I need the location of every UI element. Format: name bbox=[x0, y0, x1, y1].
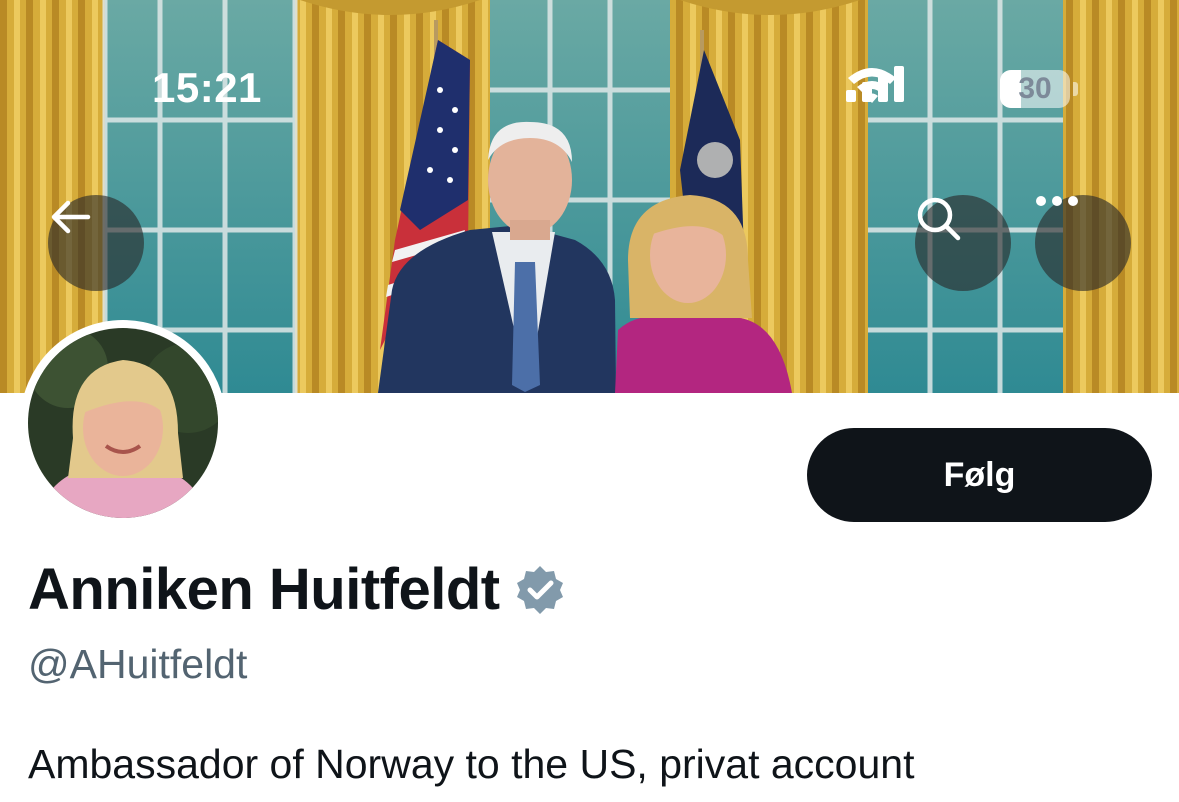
profile-banner[interactable]: 15:21 30 bbox=[0, 0, 1179, 393]
verified-badge-icon bbox=[516, 565, 563, 614]
profile-bio: Ambassador of Norway to the US, privat a… bbox=[28, 741, 915, 787]
status-time: 15:21 bbox=[152, 64, 262, 111]
more-options-button[interactable] bbox=[1035, 195, 1131, 291]
follow-button[interactable]: Følg bbox=[807, 428, 1152, 522]
search-button[interactable] bbox=[915, 195, 1011, 291]
banner-image bbox=[0, 0, 1179, 393]
battery-level: 30 bbox=[1018, 72, 1052, 105]
display-name: Anniken Huitfeldt bbox=[28, 557, 500, 622]
profile-avatar[interactable] bbox=[20, 320, 226, 526]
search-icon bbox=[917, 197, 961, 241]
arrow-left-icon bbox=[51, 200, 91, 234]
user-handle: @AHuitfeldt bbox=[28, 641, 248, 687]
avatar-image bbox=[28, 328, 218, 518]
battery-icon: 30 bbox=[1000, 70, 1078, 108]
wifi-icon bbox=[848, 68, 896, 103]
back-button[interactable] bbox=[48, 195, 144, 291]
display-name-row: Anniken Huitfeldt bbox=[28, 556, 566, 623]
more-horizontal-icon bbox=[1036, 196, 1078, 206]
